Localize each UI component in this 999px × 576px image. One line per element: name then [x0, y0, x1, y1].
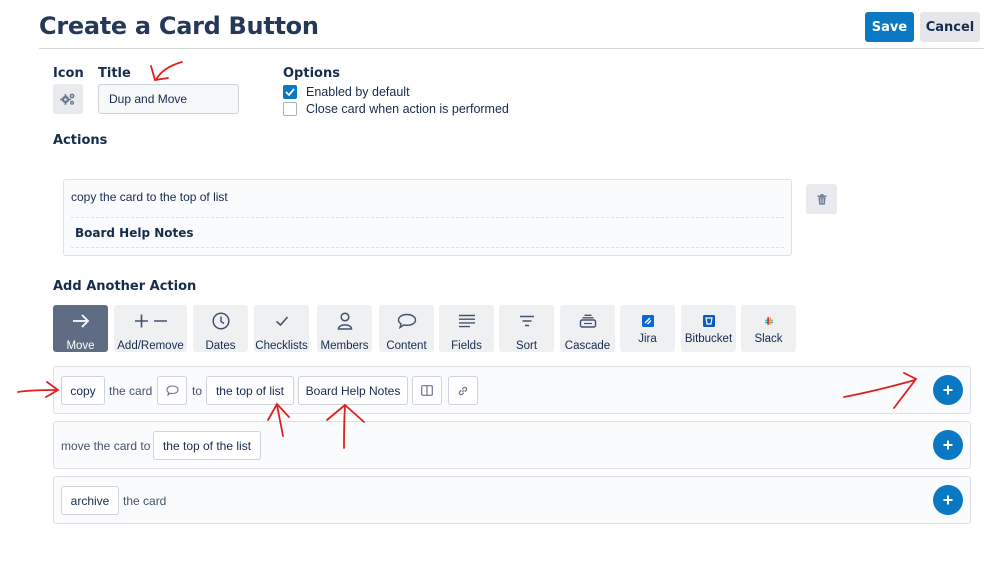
tab-label: Sort	[515, 340, 538, 352]
row-text: the card	[109, 384, 153, 398]
option-enabled-by-default[interactable]: Enabled by default	[283, 85, 410, 99]
divider	[71, 217, 784, 218]
plus-icon	[943, 385, 953, 395]
verb-select[interactable]: copy	[61, 376, 105, 405]
trash-icon	[817, 193, 826, 205]
save-button[interactable]: Save	[865, 12, 914, 42]
action-row-copy: copy the card to the top of list Board H…	[53, 366, 971, 414]
add-action-heading: Add Another Action	[53, 279, 197, 294]
annotation-arrow-copy	[17, 381, 60, 398]
row-text: move the card to	[61, 439, 151, 453]
comment-toggle[interactable]	[157, 376, 187, 405]
position-select[interactable]: the top of the list	[153, 431, 261, 460]
plus-icon	[943, 495, 953, 505]
link-button[interactable]	[448, 376, 478, 405]
stack-icon	[579, 314, 596, 328]
tab-checklists[interactable]: Checklists	[254, 305, 309, 352]
tab-move[interactable]: Move	[53, 305, 108, 352]
tab-label: Slack	[754, 333, 783, 345]
row-text: to	[192, 384, 203, 398]
tab-label: Cascade	[564, 340, 611, 352]
page-title: Create a Card Button	[39, 12, 319, 40]
title-label: Title	[98, 66, 131, 81]
close-card-checkbox[interactable]	[283, 102, 297, 116]
tab-slack[interactable]: Slack	[741, 305, 796, 352]
tab-label: Checklists	[255, 340, 308, 352]
enabled-checkbox[interactable]	[283, 85, 297, 99]
tab-label: Dates	[205, 340, 236, 352]
tab-label: Jira	[638, 333, 657, 345]
tab-add-remove[interactable]: Add/Remove	[114, 305, 187, 352]
action-item: copy the card to the top of list Board H…	[63, 179, 792, 256]
title-input[interactable]	[98, 84, 239, 114]
cancel-button[interactable]: Cancel	[920, 12, 980, 42]
board-picker-button[interactable]	[412, 376, 442, 405]
tab-fields[interactable]: Fields	[439, 305, 494, 352]
checkmark-icon	[275, 316, 288, 327]
tab-sort[interactable]: Sort	[499, 305, 554, 352]
tab-bitbucket[interactable]: Bitbucket	[681, 305, 736, 352]
link-icon	[458, 386, 468, 395]
checkmark-icon	[285, 88, 295, 96]
action-row-move: move the card to the top of the list	[53, 421, 971, 469]
plus-icon	[943, 440, 953, 450]
tab-label: Move	[66, 340, 95, 352]
tab-label: Add/Remove	[117, 340, 184, 352]
tab-members[interactable]: Members	[317, 305, 372, 352]
action-list-name: Board Help Notes	[75, 226, 194, 240]
lines-icon	[458, 314, 475, 328]
jira-icon	[641, 315, 654, 327]
verb-select[interactable]: archive	[61, 486, 119, 515]
close-card-label: Close card when action is performed	[306, 102, 509, 116]
person-icon	[337, 312, 352, 330]
tab-label: Fields	[451, 340, 482, 352]
enabled-label: Enabled by default	[306, 85, 410, 99]
list-select[interactable]: Board Help Notes	[298, 376, 408, 405]
row-text: the card	[123, 494, 167, 508]
add-action-button[interactable]	[933, 430, 963, 460]
actions-heading: Actions	[53, 133, 108, 148]
arrow-right-icon	[72, 314, 89, 328]
add-action-button[interactable]	[933, 375, 963, 405]
bitbucket-icon	[702, 315, 715, 327]
speech-bubble-icon	[165, 385, 179, 396]
options-label: Options	[283, 66, 340, 81]
action-description: copy the card to the top of list	[71, 190, 228, 204]
tab-dates[interactable]: Dates	[193, 305, 248, 352]
icon-picker-button[interactable]	[53, 84, 83, 114]
gears-icon	[60, 93, 75, 105]
position-select[interactable]: the top of list	[206, 376, 294, 405]
action-row-archive: archive the card	[53, 476, 971, 524]
tab-label: Bitbucket	[684, 333, 733, 345]
tab-label: Members	[320, 340, 369, 352]
divider	[71, 247, 784, 248]
delete-action-button[interactable]	[806, 184, 837, 214]
filter-icon	[519, 315, 534, 327]
tab-cascade[interactable]: Cascade	[560, 305, 615, 352]
add-action-button[interactable]	[933, 485, 963, 515]
tab-label: Content	[386, 340, 427, 352]
option-close-card[interactable]: Close card when action is performed	[283, 102, 509, 116]
slack-icon	[764, 317, 773, 325]
annotation-arrow-title	[150, 61, 183, 82]
tab-content[interactable]: Content	[379, 305, 434, 352]
header-divider	[39, 48, 984, 49]
plus-minus-icon	[134, 314, 167, 328]
speech-bubble-icon	[397, 313, 416, 329]
icon-label: Icon	[53, 66, 84, 81]
clock-icon	[211, 312, 230, 330]
columns-icon	[421, 385, 433, 396]
tab-jira[interactable]: Jira	[620, 305, 675, 352]
